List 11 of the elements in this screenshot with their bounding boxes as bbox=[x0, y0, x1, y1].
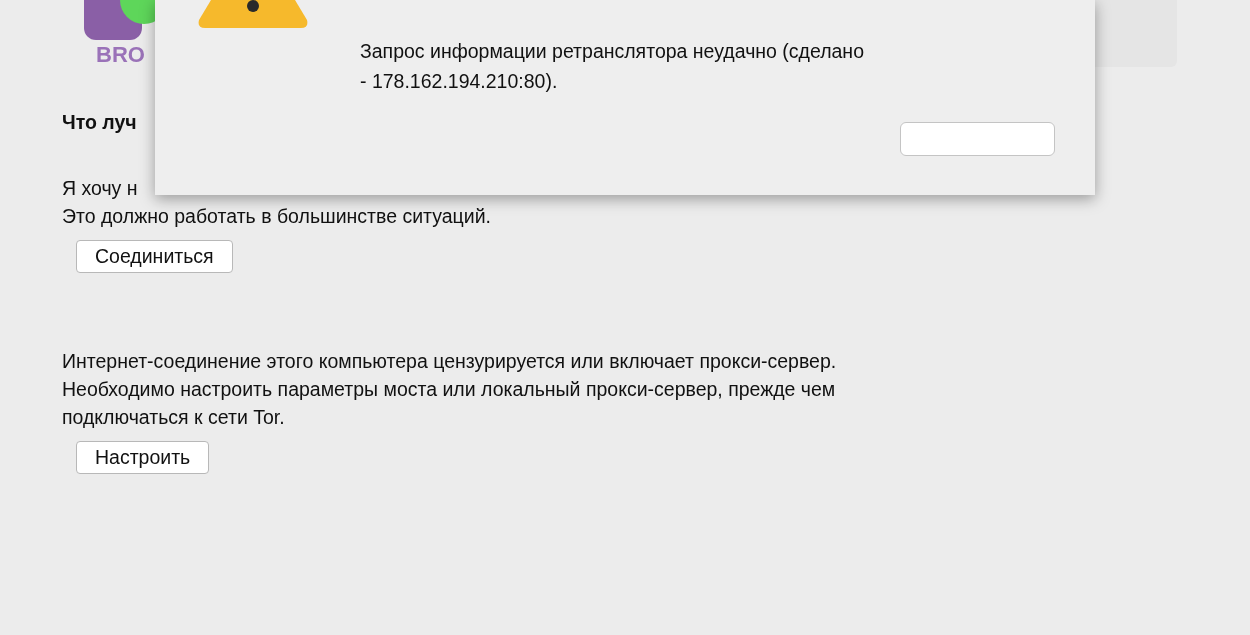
action-button[interactable]: Настроить bbox=[76, 441, 210, 474]
section-heading: Что луч bbox=[62, 110, 138, 135]
logo-text: BRO bbox=[96, 42, 146, 68]
description-text: Я хочу н bbox=[62, 176, 139, 201]
description-text: Интернет-соединение этого компьютера цензурируется или включает прокси-сервер. bbox=[62, 349, 838, 374]
description-text: Это должно работать в большинстве ситуаций. bbox=[62, 204, 492, 229]
dialog-button[interactable] bbox=[900, 122, 1055, 156]
action-button[interactable]: Соединиться bbox=[76, 240, 233, 273]
description-text: подключаться к сети Tor. bbox=[62, 405, 286, 430]
alert-message: Запрос информации ретранслятора неудачно (сделано - 178.162.194.210:80). bbox=[360, 39, 865, 94]
description-text: Необходимо настроить параметры моста или локальный прокси-сервер, прежде чем bbox=[62, 377, 837, 402]
